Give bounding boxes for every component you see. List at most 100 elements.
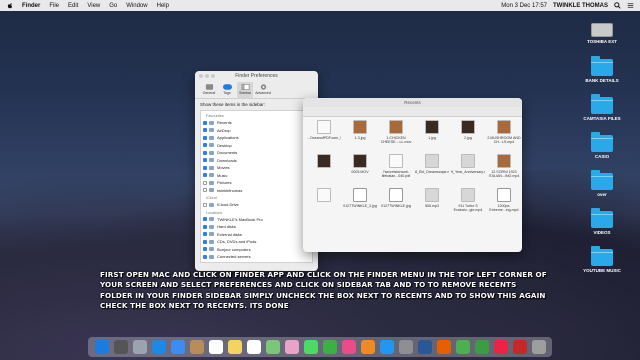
photobooth-icon[interactable] <box>512 340 527 354</box>
sidebar-option-label: Desktop <box>217 142 232 148</box>
desktop-item[interactable]: CAMTASIA FILES <box>574 94 630 132</box>
sidebar-option-row: iCloud Drive <box>203 201 310 209</box>
menu-go[interactable]: Go <box>109 3 117 9</box>
file-item[interactable]: 2.MUSHROOM AND CH...LS.mp4 <box>487 120 521 152</box>
apple-icon[interactable] <box>6 2 14 10</box>
tab-sidebar[interactable]: Sidebar <box>237 82 253 98</box>
photos-icon[interactable] <box>284 340 299 354</box>
file-item[interactable]: 1200px-Extreme...ing.mp4 <box>487 188 521 220</box>
calendar-icon[interactable] <box>208 340 223 354</box>
checkbox[interactable] <box>203 247 207 252</box>
file-item[interactable]: 9_Year_Anniversary.mp3 <box>451 154 485 186</box>
checkbox[interactable] <box>203 120 207 125</box>
appstore-icon[interactable] <box>379 340 394 354</box>
menu-view[interactable]: View <box>87 3 100 9</box>
file-item[interactable] <box>307 188 341 220</box>
file-item[interactable]: 8_Ekt_Dreamscape.mp3 <box>415 154 449 186</box>
screenflow-icon[interactable] <box>493 340 508 354</box>
file-name: 1.CHICKEN CHEESE....LL.mov <box>380 136 412 144</box>
notification-center-icon[interactable] <box>627 2 634 9</box>
checkbox[interactable] <box>203 232 207 237</box>
firefox-icon[interactable] <box>436 340 451 354</box>
itunes-icon[interactable] <box>341 340 356 354</box>
sidebar-panel: Show these items in the sidebar: Favouri… <box>195 99 318 266</box>
checkbox[interactable] <box>203 254 207 259</box>
tab-tags[interactable]: Tags <box>219 82 235 98</box>
sidebar-option-label: twinklethomas <box>217 187 243 193</box>
tags-icon <box>222 84 232 90</box>
menu-user[interactable]: TWINKLE THOMAS <box>553 3 608 9</box>
item-icon <box>209 143 214 148</box>
facetime-icon[interactable] <box>322 340 337 354</box>
file-item[interactable]: 7secretsforwork-lifebalan...040.pdf <box>379 154 413 186</box>
checkbox[interactable] <box>203 173 207 178</box>
checkbox[interactable] <box>203 135 207 140</box>
sidebar-option-label: Hard disks <box>217 224 236 230</box>
reminders-icon[interactable] <box>246 340 261 354</box>
launchpad-icon[interactable] <box>132 340 147 354</box>
menu-window[interactable]: Window <box>126 3 147 9</box>
messages-icon[interactable] <box>303 340 318 354</box>
sidebar-option-row: Desktop <box>203 142 310 150</box>
checkbox[interactable] <box>203 202 207 207</box>
checkbox[interactable] <box>203 143 207 148</box>
ibooks-icon[interactable] <box>360 340 375 354</box>
file-thumbnail <box>425 120 439 134</box>
search-icon[interactable] <box>614 2 621 9</box>
word-icon[interactable] <box>417 340 432 354</box>
file-thumbnail <box>389 188 403 202</box>
file-item[interactable]: 911 Turbo S Exclusiv...gie.mp4 <box>451 188 485 220</box>
maps-icon[interactable] <box>265 340 280 354</box>
menu-clock[interactable]: Mon 3 Dec 17:57 <box>501 3 547 9</box>
mail-icon[interactable] <box>170 340 185 354</box>
camtasia-icon[interactable] <box>474 340 489 354</box>
contacts-icon[interactable] <box>189 340 204 354</box>
checkbox[interactable] <box>203 217 207 222</box>
chrome-icon[interactable] <box>455 340 470 354</box>
tab-general[interactable]: General <box>201 82 217 98</box>
siri-icon[interactable] <box>113 340 128 354</box>
desktop-item[interactable]: TOSHIBA EXT <box>574 18 630 56</box>
sidebar-instruction: Show these items in the sidebar: <box>200 102 266 107</box>
checkbox[interactable] <box>203 239 207 244</box>
desktop-item[interactable]: over <box>574 170 630 208</box>
desktop-item[interactable]: YOUTUBE MUSIC <box>574 246 630 284</box>
file-item[interactable]: 0127TWINKLE_3.jpg <box>343 188 377 220</box>
file-item[interactable]: 1-3.jpg <box>343 120 377 152</box>
tab-advanced[interactable]: Advanced <box>255 82 271 98</box>
checkbox[interactable] <box>203 224 207 229</box>
menu-file[interactable]: File <box>49 3 59 9</box>
file-item[interactable]: 1.jpg <box>415 120 449 152</box>
checkbox[interactable] <box>203 128 207 133</box>
desktop-item[interactable]: CASIO <box>574 132 630 170</box>
file-item[interactable]: 555.mp3 <box>415 188 449 220</box>
file-item[interactable]: 0127TWINKLE.jpg <box>379 188 413 220</box>
checkbox[interactable] <box>203 150 207 155</box>
prefs-titlebar[interactable]: Finder Preferences <box>195 71 318 81</box>
file-item[interactable]: 12.SORNI 1923 ITALIAN...INO.mp4 <box>487 154 521 186</box>
item-icon <box>209 165 214 170</box>
checkbox[interactable] <box>203 188 207 193</box>
desktop-item[interactable]: BANK DETAILS <box>574 56 630 94</box>
checkbox[interactable] <box>203 158 207 163</box>
trash-icon[interactable] <box>531 340 546 354</box>
file-name: 0127TWINKLE.jpg <box>381 204 411 208</box>
checkbox[interactable] <box>203 180 207 185</box>
safari-icon[interactable] <box>151 340 166 354</box>
file-item[interactable]: 2.jpg <box>451 120 485 152</box>
menu-bar: Finder File Edit View Go Window Help Mon… <box>0 0 640 11</box>
file-thumbnail <box>317 154 331 168</box>
notes-icon[interactable] <box>227 340 242 354</box>
desktop-item[interactable]: VIDEOS <box>574 208 630 246</box>
menu-edit[interactable]: Edit <box>68 3 78 9</box>
file-item[interactable]: 0003.MOV <box>343 154 377 186</box>
file-item[interactable]: 1.CHICKEN CHEESE....LL.mov <box>379 120 413 152</box>
finder-icon[interactable] <box>94 340 109 354</box>
folder-icon <box>591 170 613 190</box>
preferences-icon[interactable] <box>398 340 413 354</box>
file-item[interactable] <box>307 154 341 186</box>
menu-help[interactable]: Help <box>157 3 169 9</box>
menu-finder[interactable]: Finder <box>22 3 40 9</box>
checkbox[interactable] <box>203 165 207 170</box>
file-item[interactable]: ...OceanofPDF.com_Sophie...orld.pdf <box>307 120 341 152</box>
